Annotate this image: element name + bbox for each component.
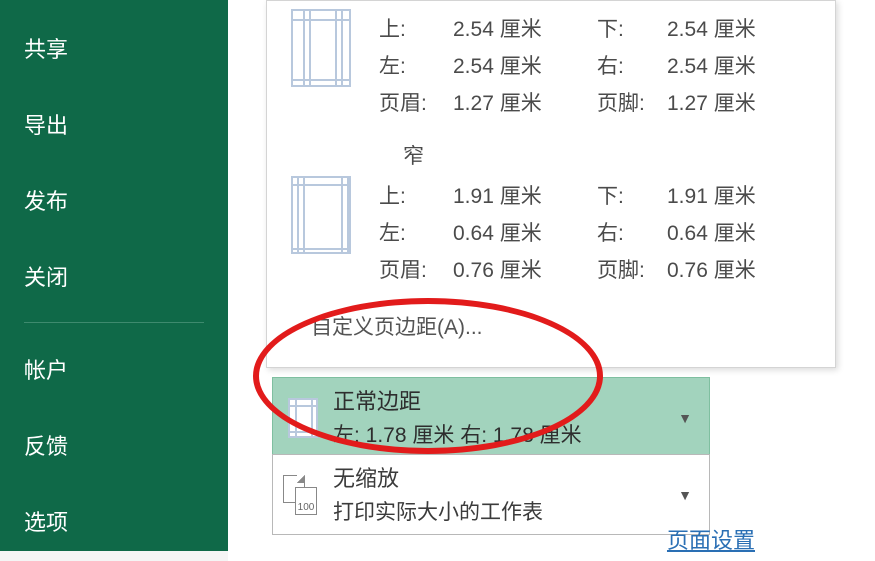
page-margins-icon [273, 378, 333, 457]
sidebar-divider [24, 322, 204, 323]
scaling-icon: 100 [273, 455, 333, 534]
page-setup-link[interactable]: 页面设置 [667, 523, 755, 555]
margin-preset-wide[interactable]: 上:2.54 厘米下:2.54 厘米 左:2.54 厘米右:2.54 厘米 页眉… [267, 1, 835, 132]
sidebar-item-close[interactable]: 关闭 [0, 238, 228, 314]
sidebar-item-export[interactable]: 导出 [0, 86, 228, 162]
selector-subtitle: 左: 1.78 厘米 右: 1.78 厘米 [333, 419, 661, 449]
selector-title: 正常边距 [333, 384, 661, 416]
sidebar-item-share[interactable]: 共享 [0, 10, 228, 86]
sidebar-item-feedback[interactable]: 反馈 [0, 407, 228, 483]
chevron-down-icon[interactable]: ▼ [661, 378, 709, 457]
selector-title: 无缩放 [333, 461, 661, 493]
preset-title: 窄 [403, 140, 815, 170]
sidebar-item-options[interactable]: 选项 [0, 483, 228, 559]
sidebar-item-publish[interactable]: 发布 [0, 162, 228, 238]
margin-preset-narrow[interactable]: 窄 上:1.91 厘米下:1.91 厘米 左:0.64 厘米右:0.64 厘米 … [267, 132, 835, 299]
content-area: 上:2.54 厘米下:2.54 厘米 左:2.54 厘米右:2.54 厘米 页眉… [228, 0, 875, 561]
selector-subtitle: 打印实际大小的工作表 [333, 496, 661, 526]
page-margins-icon [291, 9, 351, 87]
scaling-selector[interactable]: 100 无缩放 打印实际大小的工作表 ▼ [272, 454, 710, 535]
preset-values: 上:1.91 厘米下:1.91 厘米 左:0.64 厘米右:0.64 厘米 页眉… [379, 176, 795, 287]
page-margins-icon [291, 176, 351, 254]
backstage-sidebar: 共享 导出 发布 关闭 帐户 反馈 选项 [0, 0, 228, 551]
selector-text: 无缩放 打印实际大小的工作表 [333, 455, 661, 534]
preset-values: 上:2.54 厘米下:2.54 厘米 左:2.54 厘米右:2.54 厘米 页眉… [379, 9, 795, 120]
margins-dropdown: 上:2.54 厘米下:2.54 厘米 左:2.54 厘米右:2.54 厘米 页眉… [266, 0, 836, 368]
margins-selector[interactable]: 正常边距 左: 1.78 厘米 右: 1.78 厘米 ▼ [272, 377, 710, 458]
sidebar-item-account[interactable]: 帐户 [0, 331, 228, 407]
custom-margins-item[interactable]: 自定义页边距(A)... [267, 299, 835, 361]
selector-text: 正常边距 左: 1.78 厘米 右: 1.78 厘米 [333, 378, 661, 457]
